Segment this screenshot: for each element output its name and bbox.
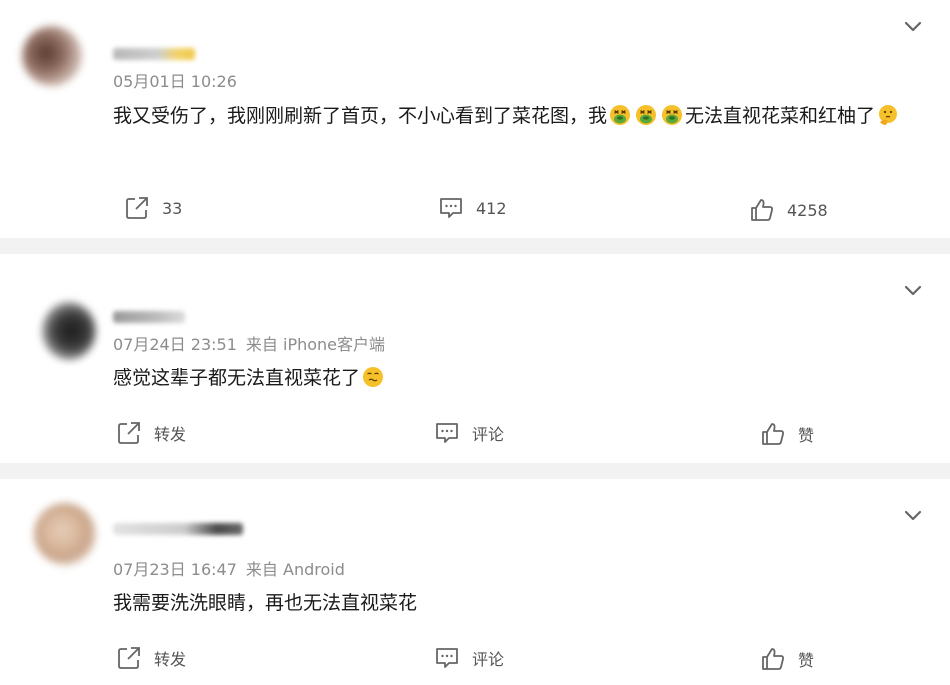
username-blurred[interactable] — [113, 48, 195, 60]
like-count: 4258 — [787, 200, 828, 220]
repost-label: 转发 — [154, 425, 187, 444]
avatar[interactable] — [34, 503, 96, 565]
like-button[interactable]: 4258 — [749, 197, 828, 223]
chevron-down-icon[interactable] — [901, 503, 925, 527]
comment-card: 07月24日 23:51 来自 iPhone客户端 感觉这辈子都无法直视菜花了 转… — [0, 254, 950, 463]
chevron-down-icon[interactable] — [901, 14, 925, 38]
vomit-emoji — [661, 104, 683, 126]
comment-source: 来自 iPhone客户端 — [245, 335, 386, 354]
comment-button[interactable]: 412 — [438, 195, 507, 221]
like-button[interactable]: 赞 — [760, 646, 814, 672]
speechless-emoji — [362, 366, 384, 388]
comment-time: 07月23日 16:47 — [113, 560, 237, 579]
comment-text-part: 我又受伤了，我刚刚刷新了首页，不小心看到了菜花图，我 — [113, 105, 608, 127]
username-blurred[interactable] — [113, 311, 185, 323]
vomit-emoji — [609, 104, 631, 126]
thinking-emoji — [877, 104, 899, 126]
comment-icon — [438, 195, 464, 221]
comment-time: 05月01日 10:26 — [113, 72, 237, 91]
avatar[interactable] — [22, 26, 82, 86]
comment-text: 感觉这辈子都无法直视菜花了 — [113, 358, 923, 398]
comment-text-part: 无法直视花菜和红柚了 — [685, 105, 876, 127]
comment-text: 我又受伤了，我刚刚刷新了首页，不小心看到了菜花图，我 无法直视花菜和红柚了 — [113, 96, 923, 136]
comment-label: 评论 — [472, 425, 505, 444]
repost-button[interactable]: 33 — [124, 195, 182, 221]
repost-button[interactable]: 转发 — [116, 420, 186, 446]
comment-icon — [434, 420, 460, 446]
comment-button[interactable]: 评论 — [434, 645, 504, 671]
vomit-emoji — [635, 104, 657, 126]
repost-label: 转发 — [154, 650, 187, 669]
share-icon — [116, 420, 142, 446]
share-icon — [116, 645, 142, 671]
comment-label: 评论 — [472, 650, 505, 669]
thumbs-up-icon — [760, 646, 786, 672]
comment-meta: 07月24日 23:51 来自 iPhone客户端 — [113, 335, 385, 355]
comment-card: 05月01日 10:26 我又受伤了，我刚刚刷新了首页，不小心看到了菜花图，我 无… — [0, 0, 950, 238]
avatar[interactable] — [42, 302, 96, 360]
separator — [0, 238, 950, 254]
comment-source: 来自 Android — [245, 560, 345, 579]
comment-text: 我需要洗洗眼睛，再也无法直视菜花 — [113, 583, 923, 623]
thumbs-up-icon — [749, 197, 775, 223]
comment-meta: 05月01日 10:26 — [113, 72, 237, 92]
comment-meta: 07月23日 16:47 来自 Android — [113, 560, 345, 580]
comment-card: 07月23日 16:47 来自 Android 我需要洗洗眼睛，再也无法直视菜花 … — [0, 479, 950, 685]
repost-button[interactable]: 转发 — [116, 645, 186, 671]
like-label: 赞 — [798, 651, 815, 670]
comment-icon — [434, 645, 460, 671]
comment-time: 07月24日 23:51 — [113, 335, 237, 354]
like-button[interactable]: 赞 — [760, 421, 814, 447]
share-icon — [124, 195, 150, 221]
comment-button[interactable]: 评论 — [434, 420, 504, 446]
username-blurred[interactable] — [113, 523, 243, 535]
comment-count: 412 — [476, 198, 507, 218]
comment-text-part: 感觉这辈子都无法直视菜花了 — [113, 367, 361, 389]
like-label: 赞 — [798, 426, 815, 445]
comment-text-part: 我需要洗洗眼睛，再也无法直视菜花 — [113, 592, 418, 614]
separator — [0, 463, 950, 479]
repost-count: 33 — [162, 198, 183, 218]
chevron-down-icon[interactable] — [901, 278, 925, 302]
thumbs-up-icon — [760, 421, 786, 447]
